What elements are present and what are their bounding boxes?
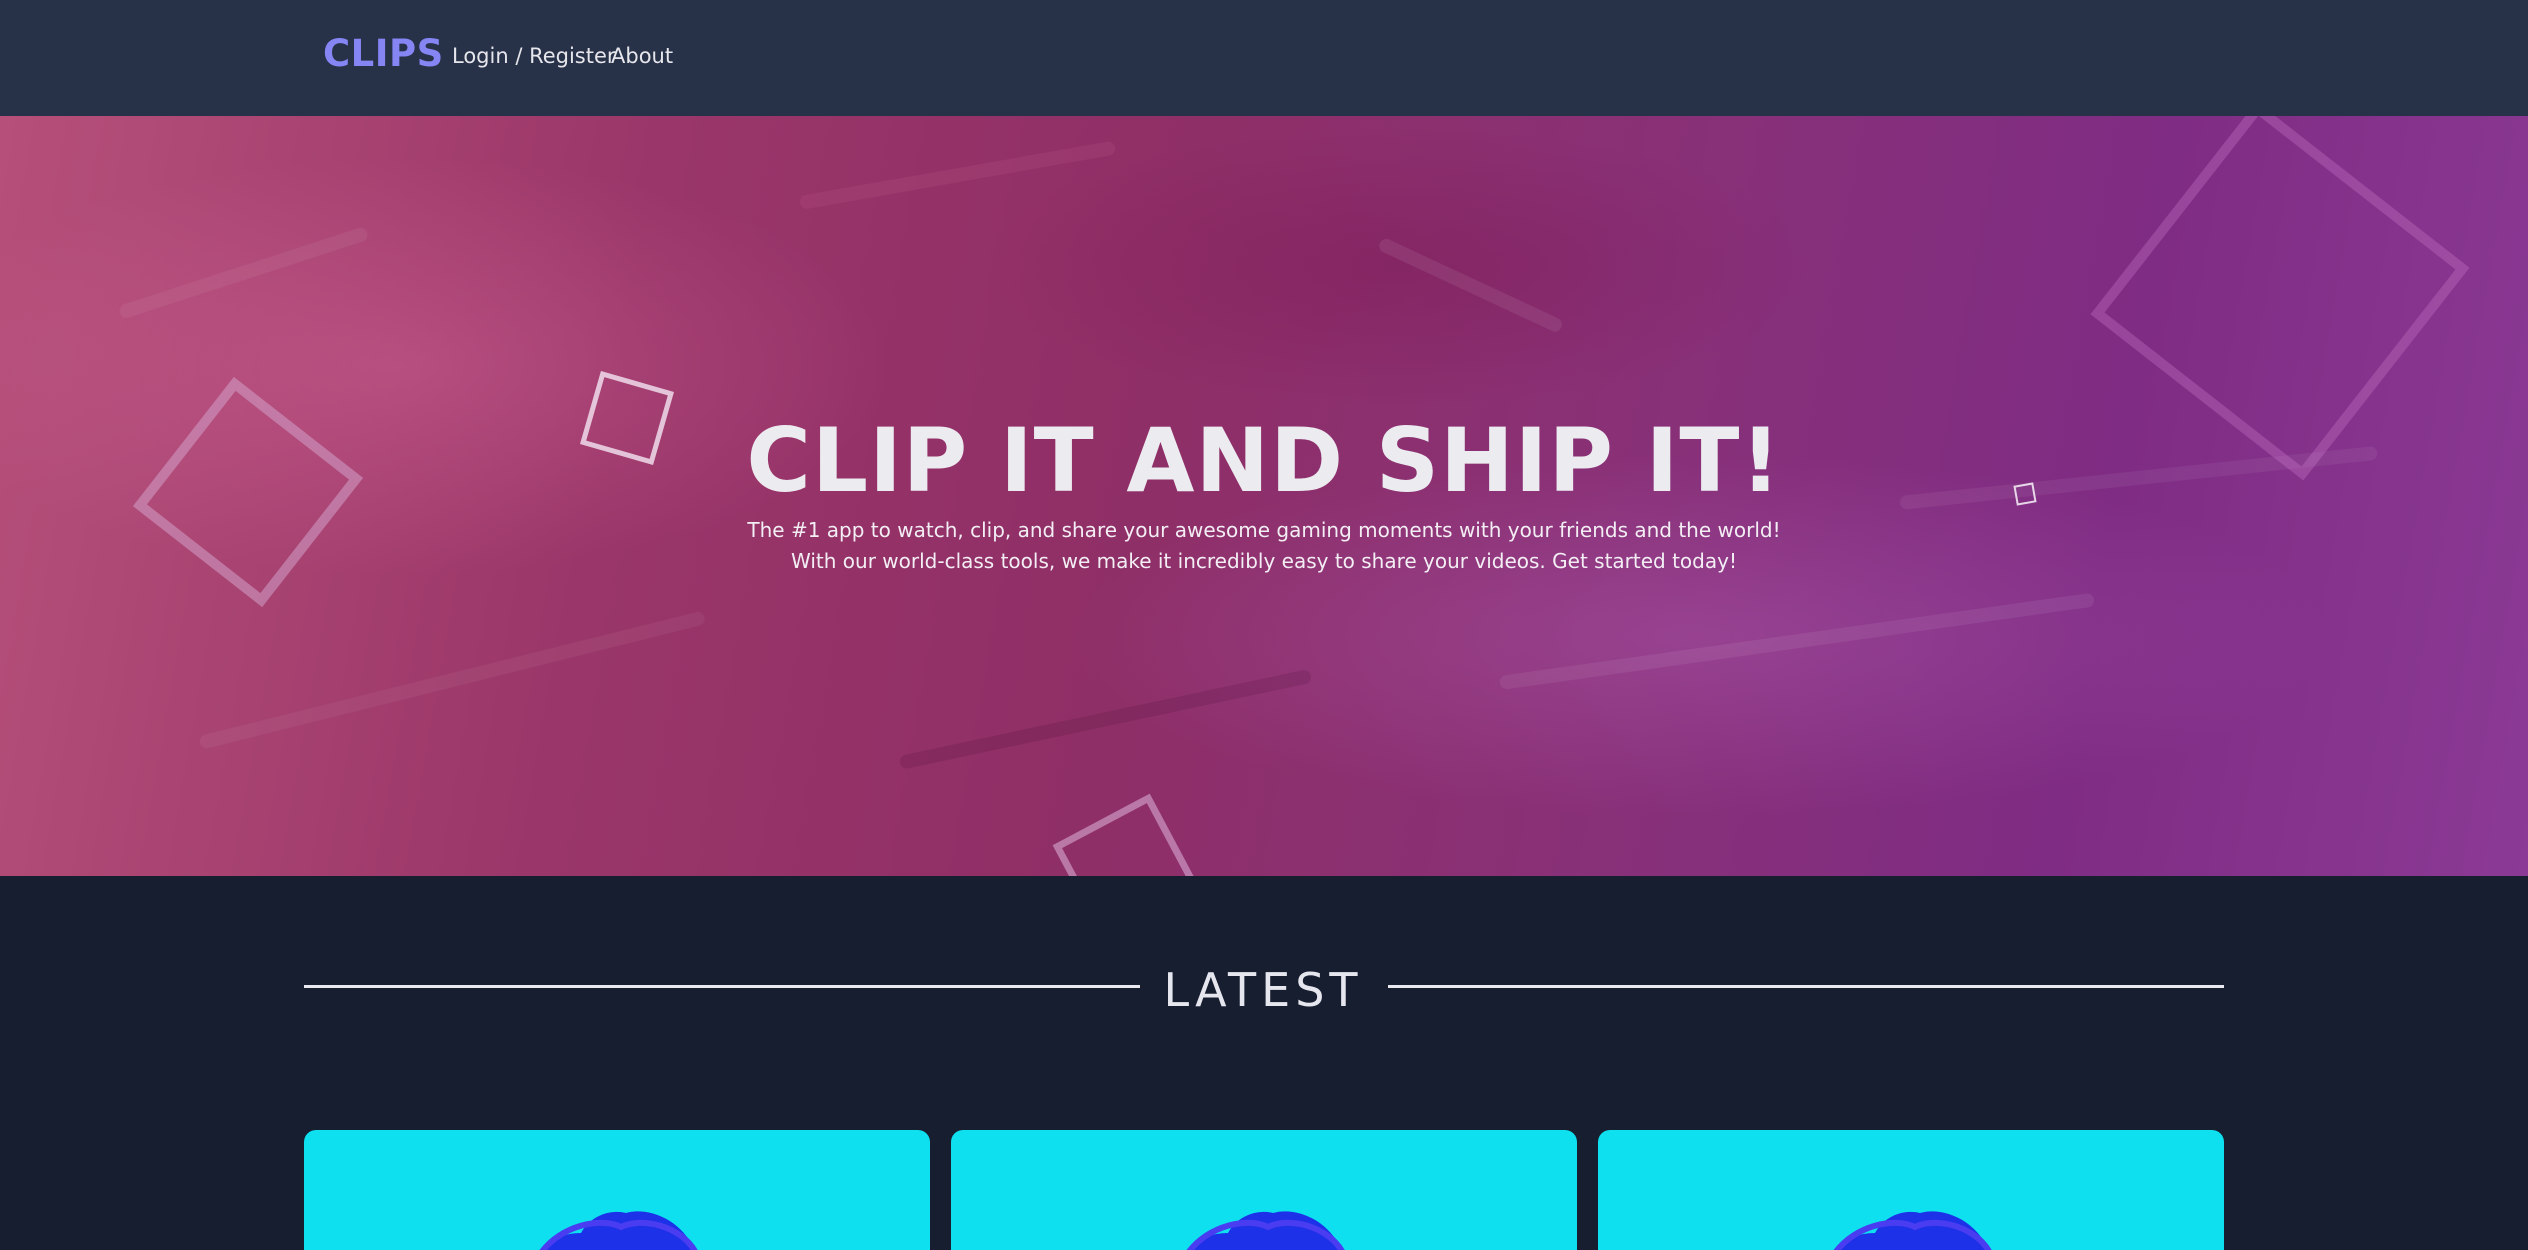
- clip-card[interactable]: [304, 1130, 930, 1250]
- latest-divider-left: [304, 985, 1140, 988]
- hero-streak: [1499, 592, 2096, 690]
- clip-thumbnail-icon: [1186, 1211, 1345, 1250]
- latest-heading: LATEST: [1163, 963, 1363, 1017]
- clip-thumbnail-icon: [539, 1211, 698, 1250]
- navbar: CLIPS Login / Register About: [0, 0, 2528, 116]
- decorative-square: [1052, 793, 1202, 876]
- nav-link-about[interactable]: About: [611, 42, 673, 70]
- hero-streak: [117, 225, 370, 320]
- clip-card[interactable]: [951, 1130, 1577, 1250]
- hero-title: CLIP IT AND SHIP IT!: [746, 409, 1782, 512]
- hero-banner: CLIP IT AND SHIP IT! The #1 app to watch…: [0, 116, 2528, 876]
- nav-link-login-register[interactable]: Login / Register: [452, 42, 616, 70]
- clip-card[interactable]: [1598, 1130, 2224, 1250]
- hero-streak: [198, 610, 707, 750]
- brand-logo[interactable]: CLIPS: [323, 31, 444, 77]
- hero-streak: [898, 668, 1313, 770]
- hero-description: The #1 app to watch, clip, and share you…: [747, 518, 1781, 573]
- hero-streak: [798, 140, 1117, 210]
- clip-thumbnail-icon: [1833, 1211, 1992, 1250]
- latest-divider-right: [1388, 985, 2224, 988]
- hero-streak: [1377, 236, 1565, 334]
